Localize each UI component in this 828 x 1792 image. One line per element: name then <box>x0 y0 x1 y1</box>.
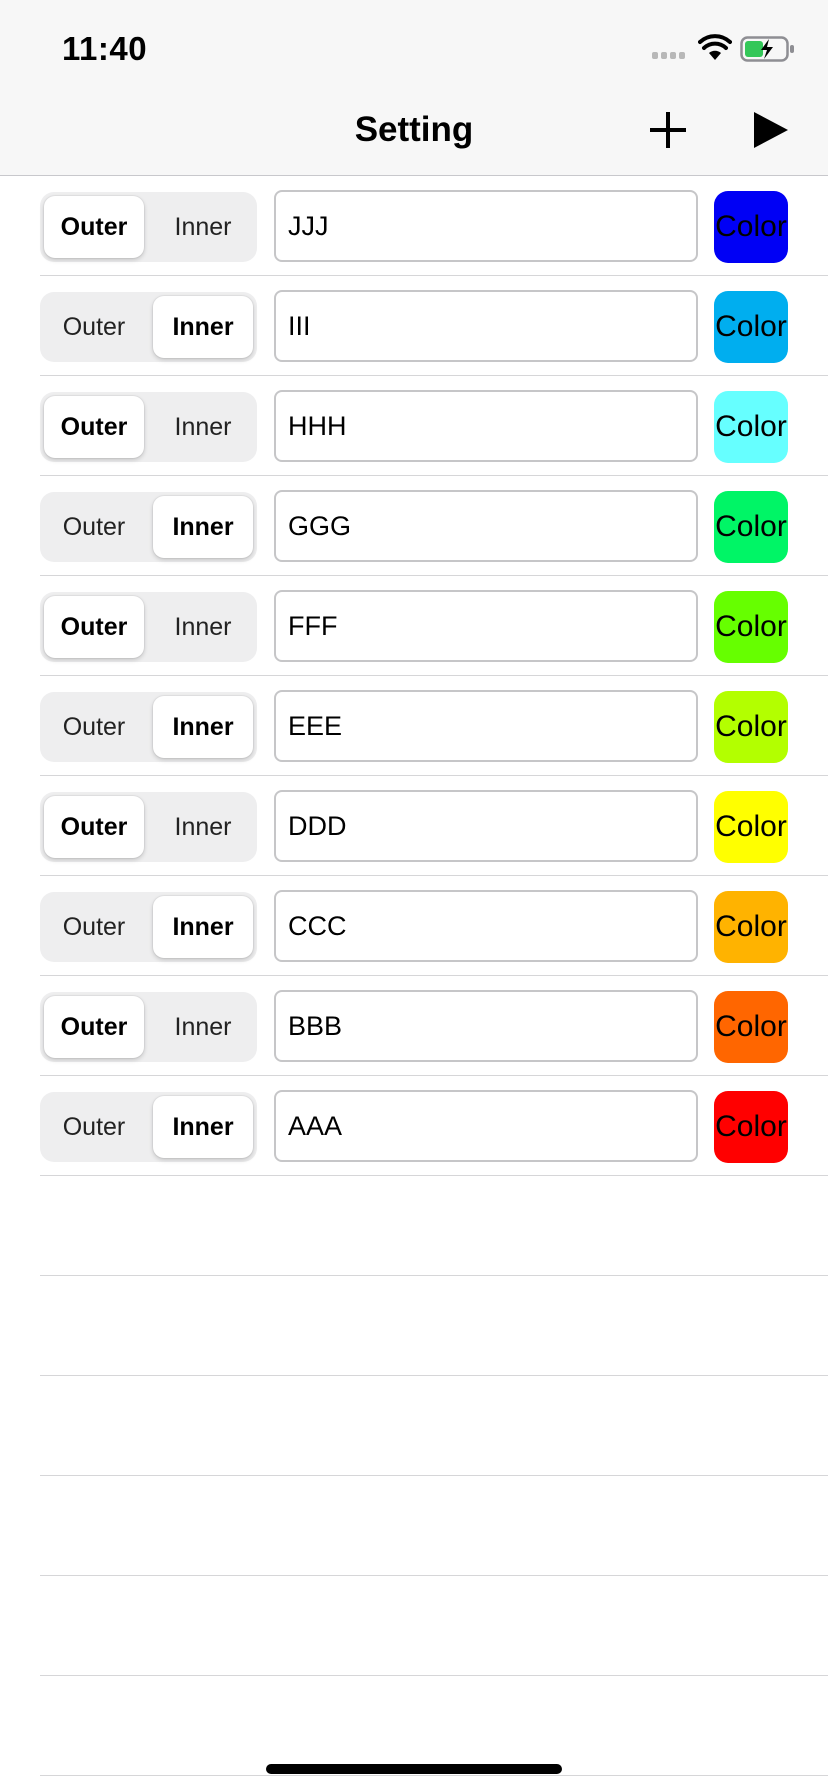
list-item: OuterInner Color <box>0 676 828 776</box>
list-item: OuterInner Color <box>0 276 828 376</box>
segment-inner[interactable]: Inner <box>153 696 253 758</box>
name-field[interactable] <box>274 490 698 562</box>
outer-inner-segmented-control[interactable]: Outer Inner <box>40 1092 257 1162</box>
color-button[interactable]: Color <box>714 791 788 863</box>
cellular-signal-icon <box>652 52 685 59</box>
color-button[interactable]: Color <box>714 891 788 963</box>
outer-inner-segmented-control[interactable]: Outer Inner <box>40 192 257 262</box>
name-field[interactable] <box>274 1090 698 1162</box>
page-title: Setting <box>354 110 474 149</box>
list-item: OuterInner Color <box>0 476 828 576</box>
empty-row <box>0 1476 828 1576</box>
segment-outer[interactable]: Outer <box>44 896 144 958</box>
segment-outer[interactable]: Outer <box>44 996 144 1058</box>
list-item: OuterInner Color <box>0 576 828 676</box>
segment-outer[interactable]: Outer <box>44 596 144 658</box>
empty-row <box>0 1276 828 1376</box>
empty-row <box>0 1176 828 1276</box>
name-field[interactable] <box>274 990 698 1062</box>
outer-inner-segmented-control[interactable]: Outer Inner <box>40 292 257 362</box>
color-button[interactable]: Color <box>714 691 788 763</box>
name-field[interactable] <box>274 590 698 662</box>
empty-row <box>0 1576 828 1676</box>
empty-row <box>0 1376 828 1476</box>
segment-inner[interactable]: Inner <box>153 596 253 658</box>
outer-inner-segmented-control[interactable]: Outer Inner <box>40 792 257 862</box>
outer-inner-segmented-control[interactable]: Outer Inner <box>40 592 257 662</box>
color-button[interactable]: Color <box>714 191 788 263</box>
name-field[interactable] <box>274 790 698 862</box>
home-indicator[interactable] <box>266 1764 562 1774</box>
outer-inner-segmented-control[interactable]: Outer Inner <box>40 992 257 1062</box>
segment-outer[interactable]: Outer <box>44 296 144 358</box>
segment-outer[interactable]: Outer <box>44 796 144 858</box>
outer-inner-segmented-control[interactable]: Outer Inner <box>40 392 257 462</box>
name-field[interactable] <box>274 190 698 262</box>
segment-inner[interactable]: Inner <box>153 196 253 258</box>
segment-inner[interactable]: Inner <box>153 896 253 958</box>
color-button[interactable]: Color <box>714 591 788 663</box>
segment-outer[interactable]: Outer <box>44 196 144 258</box>
color-button[interactable]: Color <box>714 1091 788 1163</box>
color-button[interactable]: Color <box>714 291 788 363</box>
segment-outer[interactable]: Outer <box>44 496 144 558</box>
color-button[interactable]: Color <box>714 491 788 563</box>
wifi-icon <box>698 34 732 60</box>
segment-inner[interactable]: Inner <box>153 396 253 458</box>
list-item: OuterInner Color <box>0 976 828 1076</box>
list-item: OuterInner Color <box>0 176 828 276</box>
segment-outer[interactable]: Outer <box>44 396 144 458</box>
color-button[interactable]: Color <box>714 991 788 1063</box>
name-field[interactable] <box>274 890 698 962</box>
list-item: OuterInner Color <box>0 776 828 876</box>
status-time: 11:40 <box>62 30 148 67</box>
segment-outer[interactable]: Outer <box>44 696 144 758</box>
segment-inner[interactable]: Inner <box>153 1096 253 1158</box>
name-field[interactable] <box>274 290 698 362</box>
battery-charging-icon <box>740 36 794 62</box>
play-icon[interactable] <box>750 108 790 152</box>
color-button[interactable]: Color <box>714 391 788 463</box>
outer-inner-segmented-control[interactable]: Outer Inner <box>40 492 257 562</box>
segment-outer[interactable]: Outer <box>44 1096 144 1158</box>
navigation-bar: 11:40 Setting <box>0 0 828 176</box>
name-field[interactable] <box>274 690 698 762</box>
settings-list: OuterInnerColorOuterInnerColorOuterInner… <box>0 176 828 1776</box>
outer-inner-segmented-control[interactable]: Outer Inner <box>40 692 257 762</box>
list-item: OuterInner Color <box>0 876 828 976</box>
empty-row <box>0 1676 828 1776</box>
segment-inner[interactable]: Inner <box>153 996 253 1058</box>
name-field[interactable] <box>274 390 698 462</box>
plus-icon[interactable] <box>648 110 688 150</box>
segment-inner[interactable]: Inner <box>153 496 253 558</box>
list-item: OuterInner Color <box>0 1076 828 1176</box>
segment-inner[interactable]: Inner <box>153 296 253 358</box>
segment-inner[interactable]: Inner <box>153 796 253 858</box>
outer-inner-segmented-control[interactable]: Outer Inner <box>40 892 257 962</box>
list-item: OuterInner Color <box>0 376 828 476</box>
